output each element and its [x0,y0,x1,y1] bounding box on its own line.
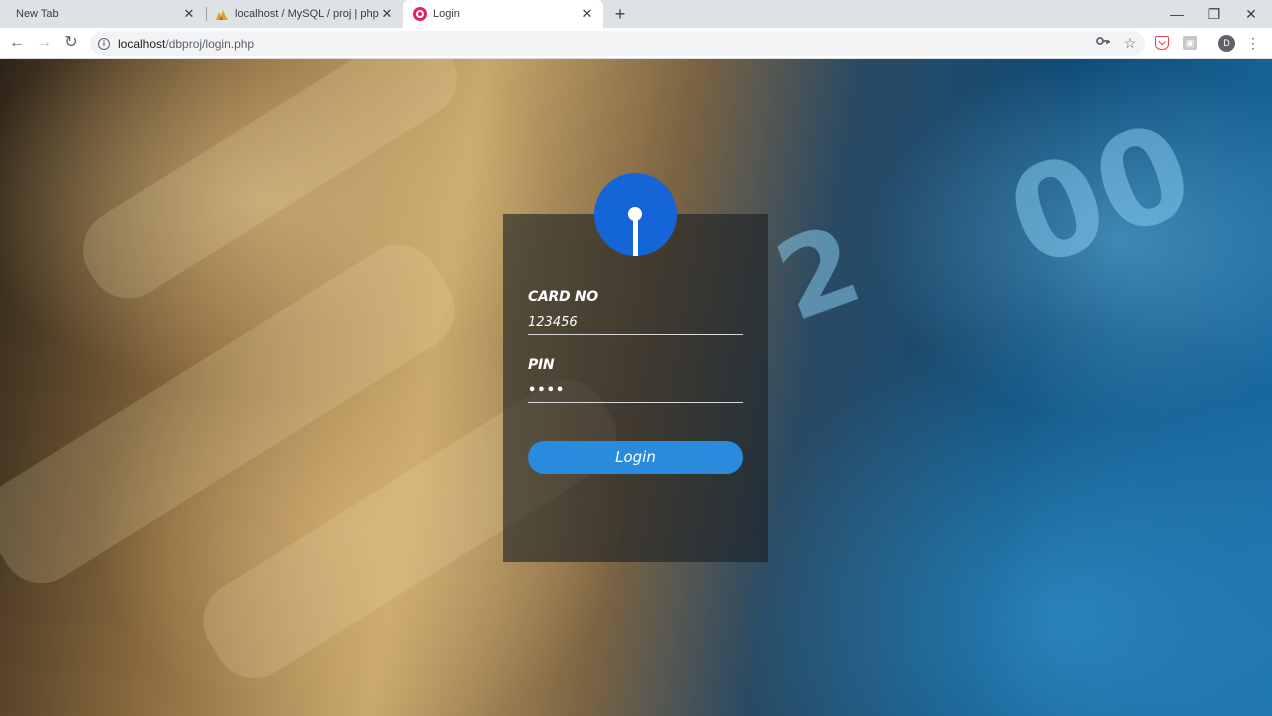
restore-icon[interactable]: ❐ [1203,3,1225,25]
profile-avatar[interactable]: D [1218,35,1235,52]
phpmyadmin-favicon-icon [215,7,229,21]
tab-title: localhost / MySQL / proj | phpMyAdmin [235,8,379,20]
tab-title: Login [433,8,460,20]
new-tab-plus-icon[interactable]: + [610,4,630,24]
tab-login[interactable]: Login ✕ [403,0,603,28]
tab-phpmyadmin[interactable]: localhost / MySQL / proj | phpMyAdmin ✕ [207,0,403,28]
close-window-icon[interactable]: ✕ [1240,3,1262,25]
card-no-input[interactable] [528,311,743,335]
star-icon[interactable]: ☆ [1119,32,1141,54]
tab-new-tab[interactable]: New Tab ✕ [0,0,205,28]
close-tab-icon[interactable]: ✕ [181,6,197,22]
tab-strip: New Tab ✕ localhost / MySQL / proj | php… [0,0,1272,28]
close-tab-icon[interactable]: ✕ [579,6,595,22]
bank-logo-icon [594,173,677,256]
background-card-embossing-shape: 00 [989,92,1212,298]
forward-arrow-icon[interactable]: → [33,32,55,54]
card-no-label: CARD NO [528,289,598,305]
browser-toolbar: ← → ↻ i localhost/dbproj/login.php ☆ ▣ D… [0,28,1272,59]
login-button[interactable]: Login [528,441,743,474]
close-tab-icon[interactable]: ✕ [379,6,395,22]
address-bar[interactable]: i localhost/dbproj/login.php [90,31,1145,56]
logo-keyhole-stem [632,217,638,256]
kebab-menu-icon[interactable]: ⋮ [1242,32,1264,54]
key-icon[interactable] [1092,32,1114,54]
tab-title: New Tab [16,8,59,20]
background-card-embossing-shape: 2 [760,199,877,347]
info-icon[interactable]: i [98,37,110,50]
pin-input[interactable] [528,379,743,403]
reload-icon[interactable]: ↻ [60,32,82,54]
pin-label: PIN [528,357,555,373]
extension-icon[interactable]: ▣ [1183,36,1197,50]
url-path: /dbproj/login.php [165,36,255,51]
url-host: localhost [118,36,166,51]
login-favicon-icon [413,7,427,21]
pocket-extension-icon[interactable] [1155,36,1169,50]
back-arrow-icon[interactable]: ← [6,32,28,54]
minimize-icon[interactable]: — [1166,3,1188,25]
